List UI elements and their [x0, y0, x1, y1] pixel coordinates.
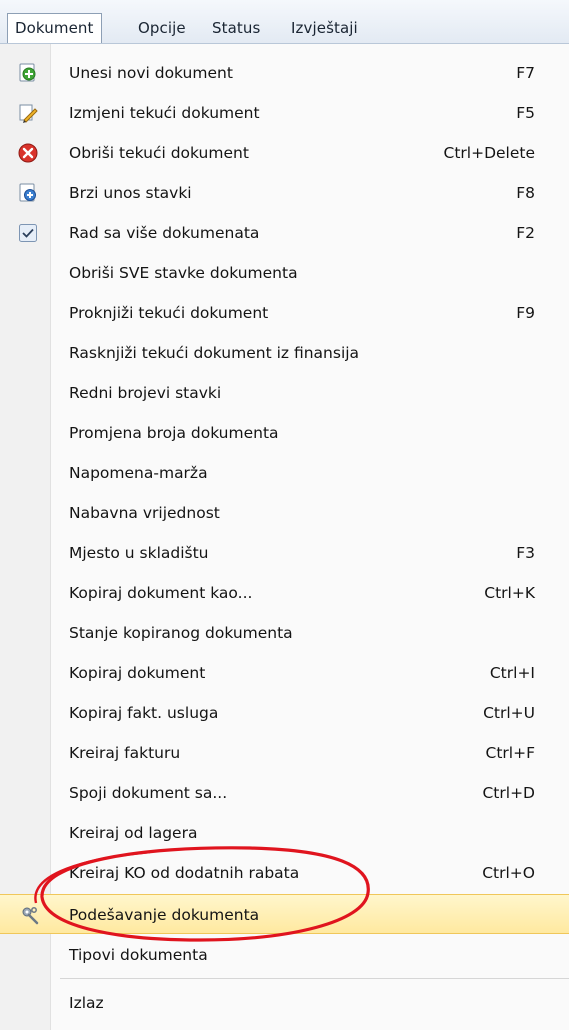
menu-item-nabavna-vrijednost[interactable]: Nabavna vrijednost: [0, 493, 569, 533]
menu-item-kreiraj-fakturu[interactable]: Kreiraj fakturu Ctrl+F: [0, 733, 569, 773]
menu-item-kreiraj-ko-od-dodatnih-rabata[interactable]: Kreiraj KO od dodatnih rabata Ctrl+O: [0, 853, 569, 893]
menu-item-tipovi-dokumenta[interactable]: Tipovi dokumenta: [0, 935, 569, 975]
menu-item-kopiraj-dokument-kao[interactable]: Kopiraj dokument kao... Ctrl+K: [0, 573, 569, 613]
checkmark-icon: [18, 223, 38, 243]
menu-item-obrisi-sve-stavke[interactable]: Obriši SVE stavke dokumenta: [0, 253, 569, 293]
menu-item-unesi-novi-dokument[interactable]: Unesi novi dokument F7: [0, 53, 569, 93]
menu-item-proknjizi-tekuci-dokument[interactable]: Proknjiži tekući dokument F9: [0, 293, 569, 333]
menu-item-spoji-dokument-sa[interactable]: Spoji dokument sa... Ctrl+D: [0, 773, 569, 813]
menu-dokument[interactable]: Dokument: [7, 13, 102, 43]
menu-item-stanje-kopiranog-dokumenta[interactable]: Stanje kopiranog dokumenta: [0, 613, 569, 653]
menu-bar: Dokument Opcije Status Izvještaji: [0, 0, 569, 44]
dokument-dropdown-menu: Unesi novi dokument F7 Izmjeni tekući do…: [0, 44, 569, 1030]
menu-item-mjesto-u-skladistu[interactable]: Mjesto u skladištu F3: [0, 533, 569, 573]
settings-tools-icon: [20, 905, 40, 925]
menu-item-obrisi-tekuci-dokument[interactable]: Obriši tekući dokument Ctrl+Delete: [0, 133, 569, 173]
menu-item-kopiraj-dokument[interactable]: Kopiraj dokument Ctrl+I: [0, 653, 569, 693]
menu-item-redni-brojevi-stavki[interactable]: Redni brojevi stavki: [0, 373, 569, 413]
menu-item-promjena-broja-dokumenta[interactable]: Promjena broja dokumenta: [0, 413, 569, 453]
menu-status[interactable]: Status: [205, 13, 267, 43]
menu-item-podesavanje-dokumenta[interactable]: Podešavanje dokumenta: [0, 894, 569, 934]
menu-separator: [60, 978, 569, 979]
menu-item-kreiraj-od-lagera[interactable]: Kreiraj od lagera: [0, 813, 569, 853]
quick-add-document-icon: [18, 183, 38, 203]
menu-item-rad-sa-vise-dokumenata[interactable]: Rad sa više dokumenata F2: [0, 213, 569, 253]
menu-item-rasknjizi-tekuci-dokument[interactable]: Rasknjiži tekući dokument iz finansija: [0, 333, 569, 373]
menu-item-izmjeni-tekuci-dokument[interactable]: Izmjeni tekući dokument F5: [0, 93, 569, 133]
edit-pencil-icon: [18, 103, 38, 123]
menu-item-izlaz[interactable]: Izlaz: [0, 983, 569, 1023]
add-document-icon: [18, 63, 38, 83]
menu-izvjestaji[interactable]: Izvještaji: [284, 13, 365, 43]
menu-opcije[interactable]: Opcije: [131, 13, 193, 43]
delete-red-x-icon: [18, 143, 38, 163]
menu-item-brzi-unos-stavki[interactable]: Brzi unos stavki F8: [0, 173, 569, 213]
menu-item-kopiraj-fakt-usluga[interactable]: Kopiraj fakt. usluga Ctrl+U: [0, 693, 569, 733]
menu-item-napomena-marza[interactable]: Napomena-marža: [0, 453, 569, 493]
